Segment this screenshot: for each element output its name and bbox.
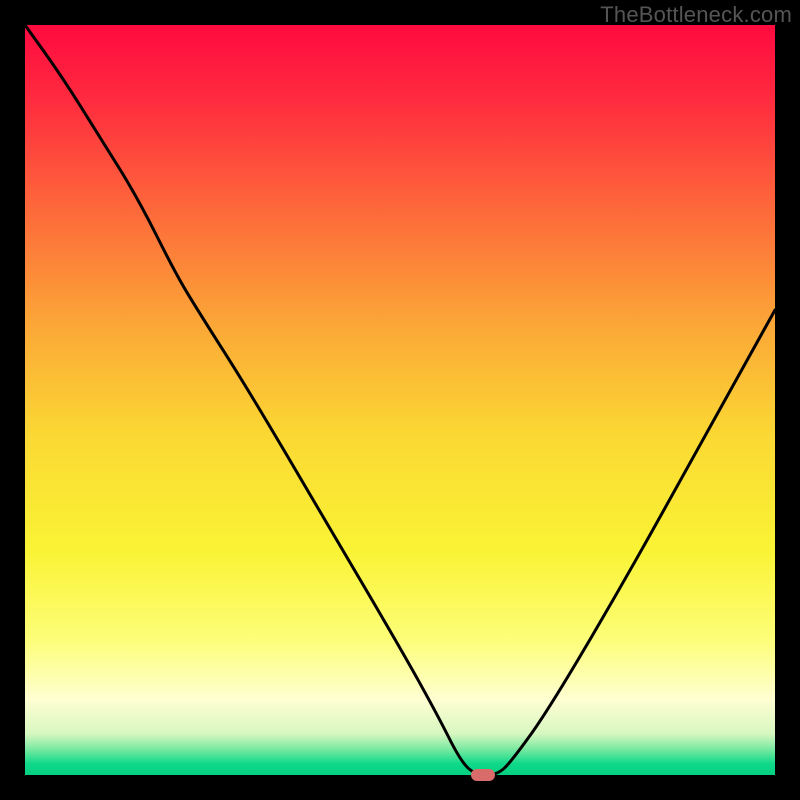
optimal-marker [471,769,495,781]
plot-area [25,25,775,775]
bottleneck-curve [25,25,775,775]
watermark-text: TheBottleneck.com [600,2,792,28]
chart-frame: TheBottleneck.com [0,0,800,800]
